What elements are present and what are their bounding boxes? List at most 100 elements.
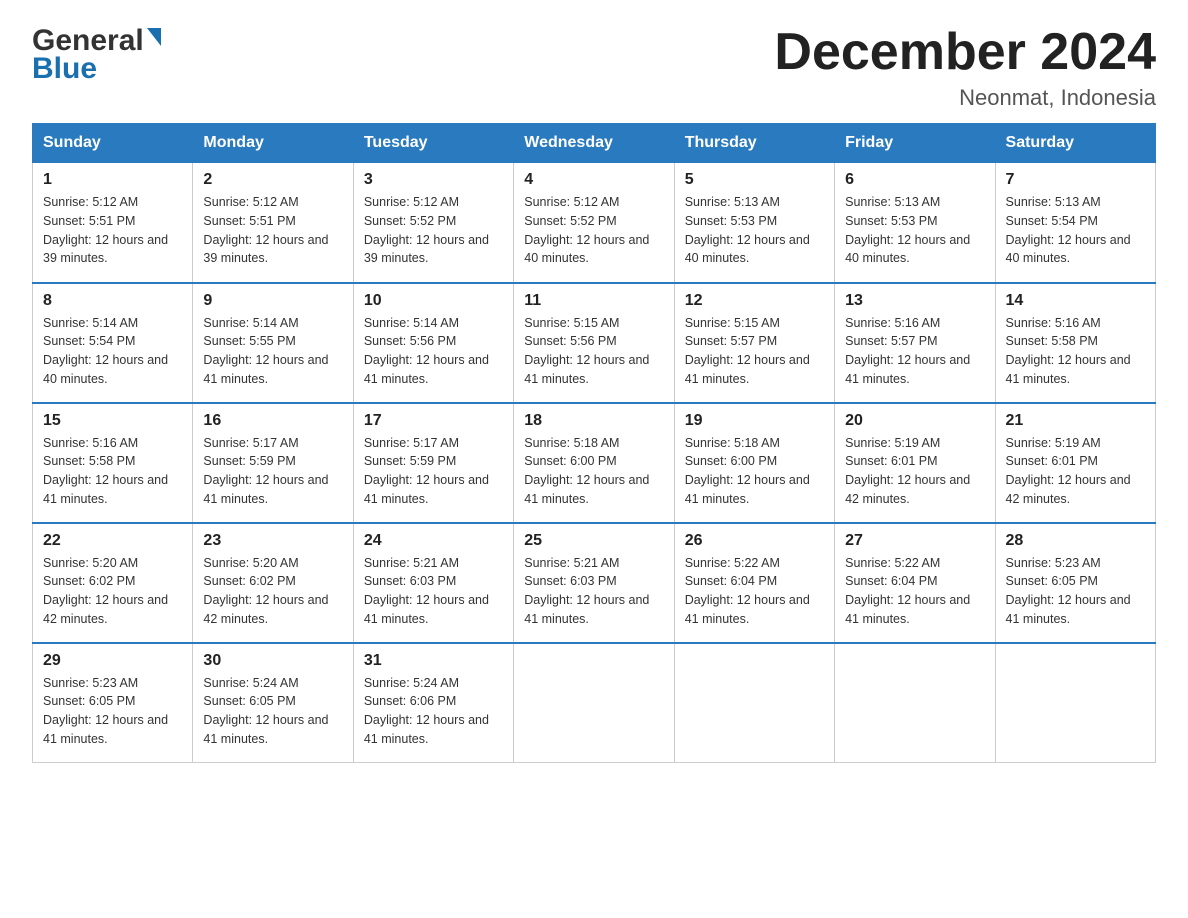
calendar-day-header: Tuesday	[353, 124, 513, 163]
calendar-day-header: Sunday	[33, 124, 193, 163]
day-number: 6	[845, 171, 984, 189]
day-number: 1	[43, 171, 182, 189]
day-info: Sunrise: 5:13 AM Sunset: 5:53 PM Dayligh…	[685, 193, 824, 268]
calendar-table: SundayMondayTuesdayWednesdayThursdayFrid…	[32, 123, 1156, 763]
logo-blue: Blue	[32, 52, 97, 86]
calendar-cell: 4 Sunrise: 5:12 AM Sunset: 5:52 PM Dayli…	[514, 163, 674, 283]
calendar-cell: 20 Sunrise: 5:19 AM Sunset: 6:01 PM Dayl…	[835, 403, 995, 523]
calendar-cell: 6 Sunrise: 5:13 AM Sunset: 5:53 PM Dayli…	[835, 163, 995, 283]
day-number: 3	[364, 171, 503, 189]
day-info: Sunrise: 5:12 AM Sunset: 5:52 PM Dayligh…	[524, 193, 663, 268]
day-info: Sunrise: 5:17 AM Sunset: 5:59 PM Dayligh…	[203, 434, 342, 509]
calendar-cell: 15 Sunrise: 5:16 AM Sunset: 5:58 PM Dayl…	[33, 403, 193, 523]
calendar-cell: 17 Sunrise: 5:17 AM Sunset: 5:59 PM Dayl…	[353, 403, 513, 523]
day-info: Sunrise: 5:21 AM Sunset: 6:03 PM Dayligh…	[524, 554, 663, 629]
day-number: 25	[524, 532, 663, 550]
day-number: 15	[43, 412, 182, 430]
day-number: 23	[203, 532, 342, 550]
day-number: 4	[524, 171, 663, 189]
day-info: Sunrise: 5:20 AM Sunset: 6:02 PM Dayligh…	[203, 554, 342, 629]
calendar-cell: 28 Sunrise: 5:23 AM Sunset: 6:05 PM Dayl…	[995, 523, 1155, 643]
day-info: Sunrise: 5:17 AM Sunset: 5:59 PM Dayligh…	[364, 434, 503, 509]
calendar-cell: 8 Sunrise: 5:14 AM Sunset: 5:54 PM Dayli…	[33, 283, 193, 403]
calendar-cell: 18 Sunrise: 5:18 AM Sunset: 6:00 PM Dayl…	[514, 403, 674, 523]
day-info: Sunrise: 5:22 AM Sunset: 6:04 PM Dayligh…	[845, 554, 984, 629]
calendar-day-header: Monday	[193, 124, 353, 163]
calendar-cell: 14 Sunrise: 5:16 AM Sunset: 5:58 PM Dayl…	[995, 283, 1155, 403]
day-info: Sunrise: 5:23 AM Sunset: 6:05 PM Dayligh…	[1006, 554, 1145, 629]
day-number: 16	[203, 412, 342, 430]
calendar-week-row: 22 Sunrise: 5:20 AM Sunset: 6:02 PM Dayl…	[33, 523, 1156, 643]
day-number: 28	[1006, 532, 1145, 550]
calendar-day-header: Saturday	[995, 124, 1155, 163]
calendar-week-row: 1 Sunrise: 5:12 AM Sunset: 5:51 PM Dayli…	[33, 163, 1156, 283]
day-number: 22	[43, 532, 182, 550]
day-info: Sunrise: 5:14 AM Sunset: 5:54 PM Dayligh…	[43, 314, 182, 389]
day-number: 26	[685, 532, 824, 550]
day-number: 31	[364, 652, 503, 670]
day-info: Sunrise: 5:14 AM Sunset: 5:55 PM Dayligh…	[203, 314, 342, 389]
calendar-cell: 21 Sunrise: 5:19 AM Sunset: 6:01 PM Dayl…	[995, 403, 1155, 523]
day-info: Sunrise: 5:14 AM Sunset: 5:56 PM Dayligh…	[364, 314, 503, 389]
day-number: 21	[1006, 412, 1145, 430]
calendar-cell: 30 Sunrise: 5:24 AM Sunset: 6:05 PM Dayl…	[193, 643, 353, 763]
day-info: Sunrise: 5:12 AM Sunset: 5:52 PM Dayligh…	[364, 193, 503, 268]
calendar-day-header: Thursday	[674, 124, 834, 163]
day-info: Sunrise: 5:13 AM Sunset: 5:53 PM Dayligh…	[845, 193, 984, 268]
day-info: Sunrise: 5:16 AM Sunset: 5:58 PM Dayligh…	[1006, 314, 1145, 389]
day-info: Sunrise: 5:24 AM Sunset: 6:06 PM Dayligh…	[364, 674, 503, 749]
day-number: 18	[524, 412, 663, 430]
calendar-day-header: Friday	[835, 124, 995, 163]
calendar-cell: 3 Sunrise: 5:12 AM Sunset: 5:52 PM Dayli…	[353, 163, 513, 283]
page-subtitle: Neonmat, Indonesia	[774, 85, 1156, 111]
day-info: Sunrise: 5:23 AM Sunset: 6:05 PM Dayligh…	[43, 674, 182, 749]
calendar-cell: 10 Sunrise: 5:14 AM Sunset: 5:56 PM Dayl…	[353, 283, 513, 403]
day-number: 19	[685, 412, 824, 430]
calendar-cell: 2 Sunrise: 5:12 AM Sunset: 5:51 PM Dayli…	[193, 163, 353, 283]
calendar-cell: 22 Sunrise: 5:20 AM Sunset: 6:02 PM Dayl…	[33, 523, 193, 643]
calendar-cell	[514, 643, 674, 763]
day-info: Sunrise: 5:16 AM Sunset: 5:58 PM Dayligh…	[43, 434, 182, 509]
day-number: 13	[845, 292, 984, 310]
calendar-cell: 16 Sunrise: 5:17 AM Sunset: 5:59 PM Dayl…	[193, 403, 353, 523]
calendar-cell: 13 Sunrise: 5:16 AM Sunset: 5:57 PM Dayl…	[835, 283, 995, 403]
day-info: Sunrise: 5:15 AM Sunset: 5:56 PM Dayligh…	[524, 314, 663, 389]
calendar-cell: 7 Sunrise: 5:13 AM Sunset: 5:54 PM Dayli…	[995, 163, 1155, 283]
calendar-cell: 1 Sunrise: 5:12 AM Sunset: 5:51 PM Dayli…	[33, 163, 193, 283]
calendar-cell: 19 Sunrise: 5:18 AM Sunset: 6:00 PM Dayl…	[674, 403, 834, 523]
calendar-week-row: 29 Sunrise: 5:23 AM Sunset: 6:05 PM Dayl…	[33, 643, 1156, 763]
day-info: Sunrise: 5:19 AM Sunset: 6:01 PM Dayligh…	[1006, 434, 1145, 509]
day-number: 30	[203, 652, 342, 670]
day-number: 12	[685, 292, 824, 310]
day-number: 11	[524, 292, 663, 310]
calendar-cell: 31 Sunrise: 5:24 AM Sunset: 6:06 PM Dayl…	[353, 643, 513, 763]
day-number: 5	[685, 171, 824, 189]
day-number: 10	[364, 292, 503, 310]
calendar-cell: 11 Sunrise: 5:15 AM Sunset: 5:56 PM Dayl…	[514, 283, 674, 403]
day-info: Sunrise: 5:13 AM Sunset: 5:54 PM Dayligh…	[1006, 193, 1145, 268]
day-info: Sunrise: 5:18 AM Sunset: 6:00 PM Dayligh…	[685, 434, 824, 509]
calendar-cell: 29 Sunrise: 5:23 AM Sunset: 6:05 PM Dayl…	[33, 643, 193, 763]
day-number: 29	[43, 652, 182, 670]
logo-arrow-icon	[147, 28, 161, 46]
page-title: December 2024	[774, 24, 1156, 81]
calendar-cell: 23 Sunrise: 5:20 AM Sunset: 6:02 PM Dayl…	[193, 523, 353, 643]
calendar-cell: 24 Sunrise: 5:21 AM Sunset: 6:03 PM Dayl…	[353, 523, 513, 643]
day-info: Sunrise: 5:21 AM Sunset: 6:03 PM Dayligh…	[364, 554, 503, 629]
logo: General Blue	[32, 24, 161, 86]
day-info: Sunrise: 5:15 AM Sunset: 5:57 PM Dayligh…	[685, 314, 824, 389]
calendar-cell: 26 Sunrise: 5:22 AM Sunset: 6:04 PM Dayl…	[674, 523, 834, 643]
calendar-day-header: Wednesday	[514, 124, 674, 163]
calendar-cell: 27 Sunrise: 5:22 AM Sunset: 6:04 PM Dayl…	[835, 523, 995, 643]
day-number: 2	[203, 171, 342, 189]
calendar-cell	[835, 643, 995, 763]
calendar-cell: 5 Sunrise: 5:13 AM Sunset: 5:53 PM Dayli…	[674, 163, 834, 283]
calendar-week-row: 8 Sunrise: 5:14 AM Sunset: 5:54 PM Dayli…	[33, 283, 1156, 403]
calendar-cell	[995, 643, 1155, 763]
title-area: December 2024 Neonmat, Indonesia	[774, 24, 1156, 111]
calendar-cell	[674, 643, 834, 763]
calendar-cell: 9 Sunrise: 5:14 AM Sunset: 5:55 PM Dayli…	[193, 283, 353, 403]
day-number: 9	[203, 292, 342, 310]
day-info: Sunrise: 5:18 AM Sunset: 6:00 PM Dayligh…	[524, 434, 663, 509]
day-info: Sunrise: 5:20 AM Sunset: 6:02 PM Dayligh…	[43, 554, 182, 629]
